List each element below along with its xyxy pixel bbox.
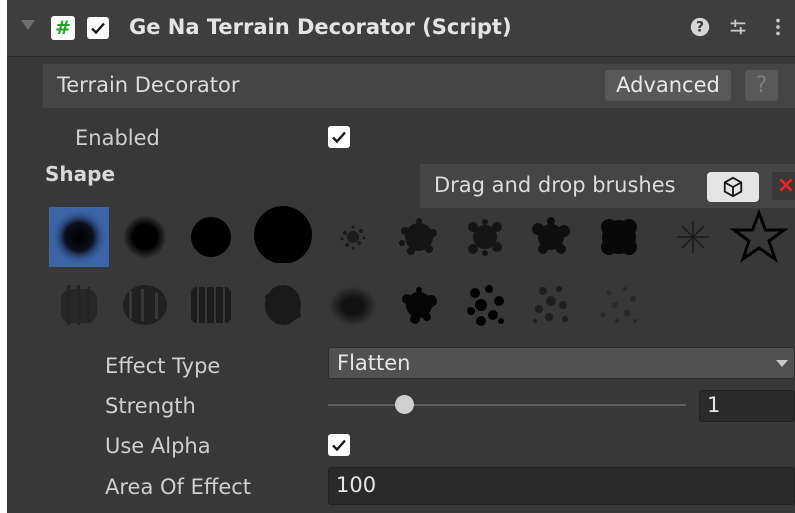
strength-label: Strength	[105, 394, 196, 418]
component-enabled-checkbox[interactable]	[87, 17, 109, 39]
section-help-button[interactable]: ?	[745, 70, 778, 101]
drag-drop-brushes-area[interactable]: Drag and drop brushes ×	[420, 164, 795, 208]
effect-type-dropdown[interactable]: Flatten	[328, 347, 795, 379]
advanced-button[interactable]: Advanced	[605, 70, 731, 101]
area-of-effect-label: Area Of Effect	[105, 475, 252, 499]
area-of-effect-input[interactable]: 100	[328, 467, 795, 505]
section-title: Terrain Decorator	[57, 73, 240, 97]
enabled-checkbox[interactable]	[328, 126, 350, 148]
use-alpha-checkbox[interactable]	[328, 434, 350, 456]
strength-slider-thumb[interactable]	[395, 395, 414, 414]
brush-splatter[interactable]	[521, 207, 581, 267]
brush-dense-cloud[interactable]	[589, 207, 649, 267]
brush-starburst[interactable]	[663, 207, 723, 267]
brush-star[interactable]	[729, 207, 789, 267]
component-title: Ge Na Terrain Decorator (Script)	[129, 15, 512, 39]
brush-vertical-strokes[interactable]	[181, 275, 241, 335]
component-header[interactable]: # Ge Na Terrain Decorator (Script) ?	[7, 0, 795, 57]
brush-smudge[interactable]	[323, 275, 383, 335]
brush-leaf-scatter[interactable]	[253, 275, 313, 335]
brush-spray-fine[interactable]	[323, 207, 383, 267]
kebab-menu-icon[interactable]	[765, 14, 791, 40]
brush-soft-round[interactable]	[49, 207, 109, 267]
unity-logo-icon	[723, 176, 743, 198]
svg-text:?: ?	[696, 20, 704, 36]
unity-brush-button[interactable]	[707, 172, 759, 202]
presets-icon[interactable]	[725, 14, 751, 40]
brush-grass-noise[interactable]	[49, 275, 109, 335]
shape-label: Shape	[45, 162, 116, 186]
foldout-arrow-icon[interactable]	[21, 20, 35, 30]
brush-hard-round[interactable]	[253, 203, 313, 263]
brush-blob[interactable]	[389, 275, 449, 335]
strength-input[interactable]: 1	[699, 390, 795, 422]
script-hash-icon: #	[51, 16, 75, 40]
brush-dots-scatter[interactable]	[521, 275, 581, 335]
brush-blur-round[interactable]	[115, 207, 175, 267]
terrain-decorator-section: Terrain Decorator Advanced ?	[43, 64, 795, 108]
brush-spray-dense[interactable]	[389, 207, 449, 267]
area-of-effect-value: 100	[336, 473, 377, 497]
brush-rock-noise[interactable]	[115, 275, 175, 335]
brush-dots-large[interactable]	[455, 275, 515, 335]
remove-brush-button[interactable]: ×	[772, 172, 795, 200]
inspector-panel: # Ge Na Terrain Decorator (Script) ? Ter…	[7, 0, 795, 513]
brush-spray-mixed[interactable]	[455, 207, 515, 267]
effect-type-value: Flatten	[337, 351, 411, 375]
drag-drop-label: Drag and drop brushes	[434, 173, 676, 197]
help-icon[interactable]: ?	[687, 14, 713, 40]
use-alpha-label: Use Alpha	[105, 434, 211, 458]
chevron-down-icon	[776, 360, 788, 367]
effect-type-label: Effect Type	[105, 354, 221, 378]
brush-dots-sparse[interactable]	[589, 275, 649, 335]
enabled-label: Enabled	[75, 126, 160, 150]
strength-value: 1	[707, 393, 721, 417]
brush-medium-round[interactable]	[181, 207, 241, 267]
strength-slider-track[interactable]	[328, 404, 686, 406]
